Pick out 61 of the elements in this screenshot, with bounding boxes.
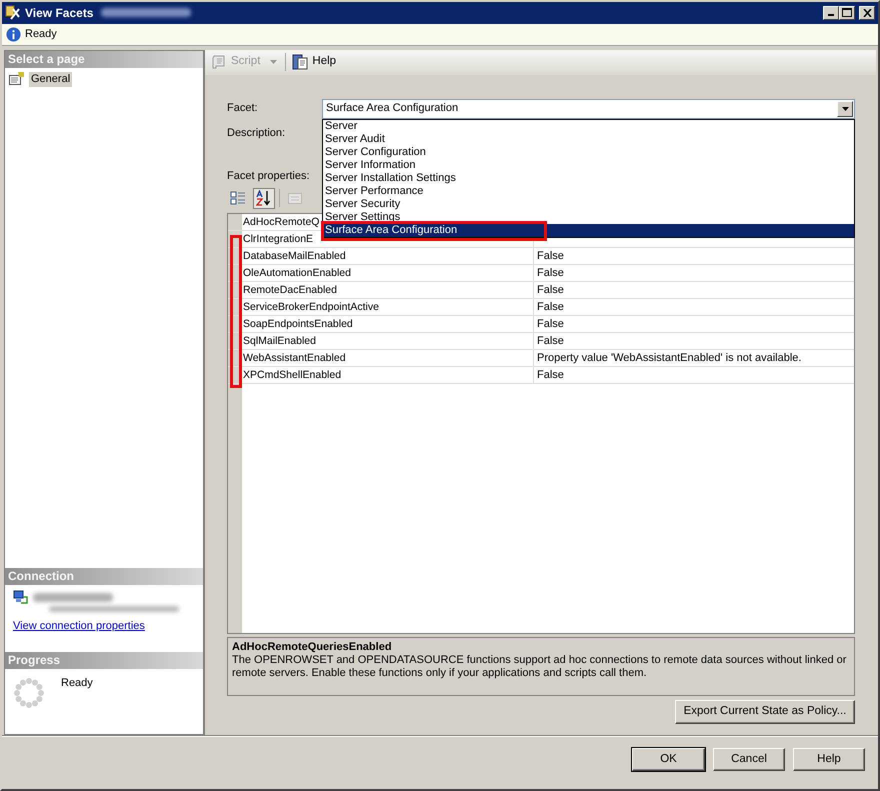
alphabetical-button[interactable] [253, 188, 275, 209]
property-value-cell-text: False [536, 249, 565, 264]
section-header: Connection [5, 568, 203, 586]
property-value-cell-text: False [536, 266, 565, 282]
caret-icon [842, 106, 848, 111]
description-label: Description: [227, 126, 286, 139]
progress-spinner-icon [13, 677, 45, 710]
progress-status: Ready [61, 677, 93, 692]
dropdown-option[interactable]: Server Settings [323, 210, 854, 224]
help-book-icon [292, 54, 308, 70]
property-name-cell: SoapEndpointsEnabled [242, 316, 534, 332]
property-name-cell: DatabaseMailEnabled [242, 248, 534, 264]
property-description: The OPENROWSET and OPENDATASOURCE functions support ad hoc connections to remote data sources without linked or remote servers. Enable these functions only if your applications and scripts call them. [232, 654, 848, 681]
facet-label: Facet: [227, 102, 259, 116]
property-name-cell: SqlMailEnabled [242, 333, 534, 350]
scroll-icon [211, 54, 227, 70]
dialog-button[interactable]: OK [632, 748, 705, 772]
close-button[interactable] [859, 6, 875, 20]
facet-dropdown[interactable]: Surface Area Configuration [322, 98, 855, 119]
connection-properties-link[interactable]: View connection properties [13, 620, 145, 632]
maximize-icon [842, 8, 852, 18]
facets-icon [5, 4, 21, 21]
property-name-cell: ServiceBrokerEndpointActive [242, 299, 534, 316]
sort-alphabetical-icon [256, 190, 272, 206]
dropdown-option[interactable]: Server Installation Settings [323, 172, 854, 185]
property-title: AdHocRemoteQueriesEnabled [232, 641, 393, 654]
export-policy-button[interactable]: Export Current State as Policy... [675, 700, 855, 724]
info-icon [6, 26, 21, 42]
property-value-cell-text: False [536, 334, 565, 350]
dropdown-option[interactable]: Server Information [323, 158, 854, 172]
server-icon [13, 589, 29, 606]
properties-label: Facet properties: [227, 170, 310, 182]
dropdown-option[interactable]: Server Audit [323, 132, 854, 146]
property-value-cell-text: Property value 'WebAssistantEnabled' is not available. [536, 351, 802, 366]
page-icon [9, 72, 25, 86]
property-value-cell-text: False [536, 300, 565, 316]
section-header: Progress [5, 652, 203, 670]
dropdown-option[interactable]: Server Configuration [323, 146, 854, 159]
dropdown-option[interactable]: Server Performance [323, 184, 854, 198]
section-header: Select a page [5, 50, 203, 68]
property-value-cell-text: False [536, 283, 565, 298]
maximize-button[interactable] [839, 6, 855, 20]
property-name-cell: XPCmdShellEnabled [242, 367, 534, 384]
property-name-cell: RemoteDacEnabled [242, 282, 534, 298]
dropdown-option[interactable]: Server [323, 120, 854, 133]
status-text: Ready [25, 28, 57, 41]
window-title: View Facets [25, 6, 94, 20]
close-icon [862, 8, 872, 17]
minimize-icon [828, 14, 834, 16]
categorized-icon [230, 190, 246, 206]
property-name-cell: WebAssistantEnabled [242, 350, 534, 366]
dropdown-option[interactable]: Server Security [323, 198, 854, 211]
property-name-cell: OleAutomationEnabled [242, 265, 534, 282]
property-value-cell-text: False [536, 317, 565, 332]
minimize-button[interactable] [823, 6, 839, 20]
page-item[interactable]: General [29, 72, 72, 88]
help-button[interactable]: Help [290, 53, 338, 72]
dialog-button[interactable]: Help [793, 748, 865, 772]
dialog-button[interactable]: Cancel [713, 748, 785, 772]
property-value-cell-text: False [536, 368, 565, 384]
property-pages-icon [287, 190, 303, 206]
